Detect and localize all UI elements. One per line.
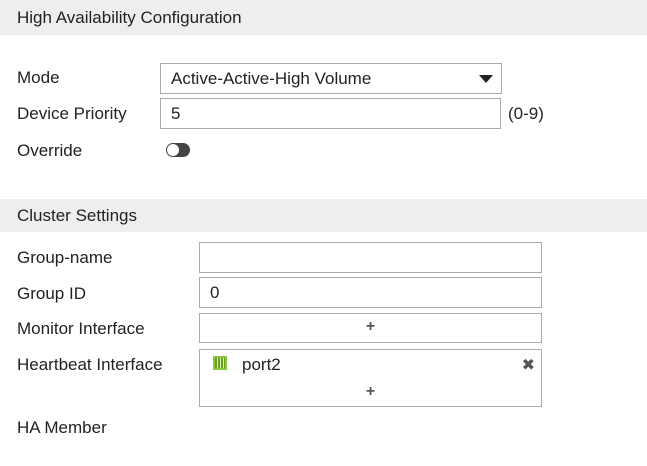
priority-value: 5 [171, 104, 181, 123]
override-toggle[interactable] [166, 143, 190, 157]
priority-input[interactable]: 5 [160, 98, 501, 129]
priority-hint: (0-9) [508, 104, 544, 123]
group-name-input[interactable] [199, 242, 542, 273]
group-id-label: Group ID [17, 284, 86, 303]
ha-member-label: HA Member [17, 418, 107, 437]
mode-value: Active-Active-High Volume [171, 69, 372, 88]
monitor-label: Monitor Interface [17, 319, 145, 338]
heartbeat-item-port2: port2 [242, 355, 281, 374]
port-icon [213, 356, 227, 370]
toggle-knob [167, 144, 179, 156]
dropdown-arrow-icon [479, 75, 493, 83]
override-label: Override [17, 141, 83, 160]
section-header-cluster: Cluster Settings [0, 199, 647, 232]
group-name-label: Group-name [17, 248, 113, 267]
heartbeat-label: Heartbeat Interface [17, 355, 163, 374]
add-monitor-icon[interactable]: + [200, 318, 541, 336]
mode-select[interactable]: Active-Active-High Volume [160, 63, 502, 94]
add-heartbeat-icon[interactable]: + [200, 383, 541, 401]
priority-label: Device Priority [17, 104, 127, 123]
group-id-input[interactable]: 0 [199, 277, 542, 308]
group-id-value: 0 [210, 283, 220, 302]
monitor-interface-field[interactable]: + [199, 313, 542, 343]
remove-icon[interactable]: ✖ [522, 355, 535, 375]
heartbeat-interface-field[interactable]: port2 ✖ + [199, 349, 542, 407]
mode-label: Mode [17, 68, 60, 87]
section-header-ha: High Availability Configuration [0, 0, 647, 35]
